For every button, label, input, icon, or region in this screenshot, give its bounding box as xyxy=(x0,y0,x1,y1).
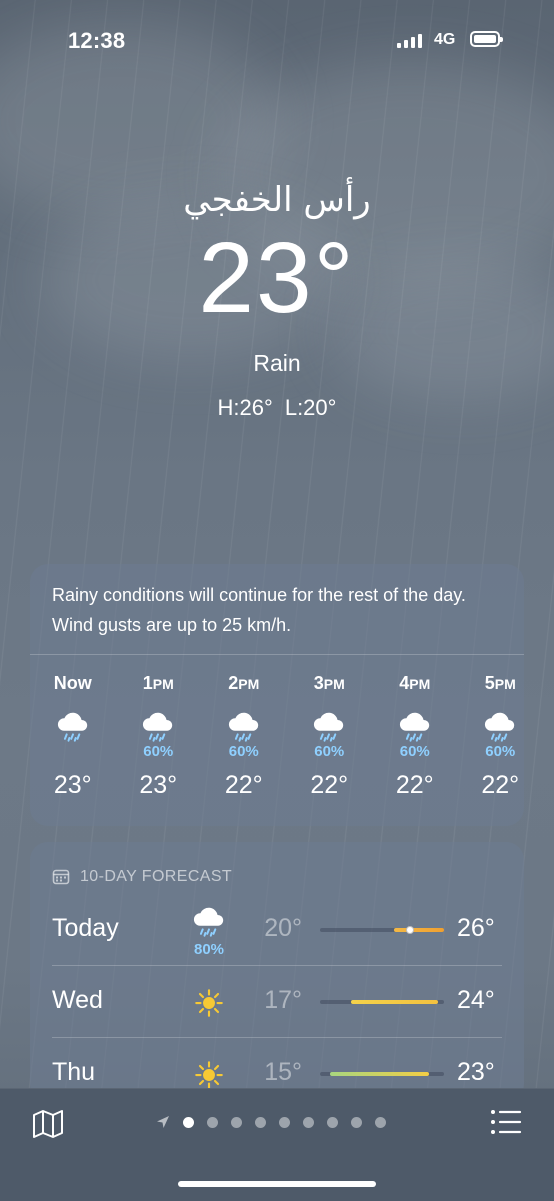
temp-range-bar xyxy=(320,926,444,934)
hourly-list[interactable]: Now 23° 1PM 60% 23° 2PM 60% 22° 3PM 60% … xyxy=(30,655,524,800)
forecast-day-row[interactable]: Today 80% 20° 26° xyxy=(52,894,502,965)
hour-label: 4PM xyxy=(399,673,431,693)
high-temp: 26° xyxy=(457,914,495,942)
low-temp: 15° xyxy=(264,1058,302,1086)
precip-chance: 60% xyxy=(485,743,516,760)
hour-item: 1PM 60% 23° xyxy=(116,673,202,800)
current-condition: Rain xyxy=(253,350,301,376)
high-temp: 24° xyxy=(457,986,495,1014)
low-temp: 20° xyxy=(264,914,302,942)
page-indicator[interactable] xyxy=(156,1115,386,1129)
locations-list-button[interactable] xyxy=(490,1109,522,1140)
day-name: Today xyxy=(52,914,119,942)
precip-chance: 60% xyxy=(143,743,174,760)
status-time: 12:38 xyxy=(68,28,126,53)
battery-icon xyxy=(470,31,503,47)
hour-label: Now xyxy=(53,673,92,693)
city-name: رأس الخفجي xyxy=(183,180,371,220)
current-weather: رأس الخفجي 23° Rain H:26° L:20° xyxy=(0,180,554,421)
current-temp-dot xyxy=(406,926,415,934)
location-arrow-icon xyxy=(157,1116,169,1128)
high-temp: H:26° xyxy=(217,395,273,420)
hour-item: 5PM 60% 22° xyxy=(458,673,525,800)
cloud-rain-icon xyxy=(116,707,202,743)
page-dot[interactable] xyxy=(303,1116,314,1128)
ten-day-forecast-card[interactable]: 10-DAY FORECAST Today 80% 20° 26° Wed 17°… xyxy=(30,842,524,1102)
cloud-rain-icon xyxy=(372,707,458,743)
precip-chance: 60% xyxy=(314,743,345,760)
hour-label: 5PM xyxy=(484,673,516,693)
hour-label: 2PM xyxy=(228,673,260,693)
page-dot[interactable] xyxy=(375,1116,386,1128)
bottom-toolbar xyxy=(0,1088,554,1201)
calendar-icon xyxy=(52,869,70,885)
temp-range-bar xyxy=(320,1072,444,1076)
cloud-rain-icon xyxy=(201,707,287,743)
day-icon: 80% xyxy=(186,906,232,958)
list-icon xyxy=(491,1110,522,1134)
page-dot[interactable] xyxy=(327,1116,338,1128)
page-dot[interactable] xyxy=(183,1116,194,1128)
hour-temp: 22° xyxy=(224,771,263,799)
forecast-day-row[interactable]: Wed 17° 24° xyxy=(52,965,502,1037)
precip-chance: 80% xyxy=(193,941,225,959)
high-low: H:26° L:20° xyxy=(0,395,554,421)
hour-label: 1PM xyxy=(142,673,174,693)
hourly-forecast-card[interactable]: Rainy conditions will continue for the r… xyxy=(30,564,524,826)
cloud-rain-icon xyxy=(186,906,232,943)
hour-item: 3PM 60% 22° xyxy=(287,673,373,800)
precip-chance: 60% xyxy=(399,743,430,760)
cloud-rain-icon xyxy=(30,707,116,743)
page-dot[interactable] xyxy=(207,1116,218,1128)
precip-chance: 60% xyxy=(228,743,259,760)
sun-icon xyxy=(186,986,232,1025)
page-dot[interactable] xyxy=(255,1116,266,1128)
hour-label: 3PM xyxy=(313,673,345,693)
cloud-rain-icon xyxy=(458,707,525,743)
page-dot[interactable] xyxy=(351,1116,362,1128)
map-button[interactable] xyxy=(32,1109,64,1144)
temp-range-bar xyxy=(320,1000,444,1004)
day-name: Wed xyxy=(52,986,103,1014)
day-icon xyxy=(186,978,232,1023)
precip-chance xyxy=(30,743,116,763)
hour-temp: 23° xyxy=(139,771,178,799)
hour-temp: 22° xyxy=(310,771,349,799)
status-bar: 12:38 4G xyxy=(0,0,554,80)
cloud-rain-icon xyxy=(287,707,373,743)
network-type: 4G xyxy=(434,31,456,48)
cellular-signal-icon xyxy=(397,34,422,48)
home-indicator[interactable] xyxy=(178,1181,376,1187)
day-name: Thu xyxy=(52,1058,96,1086)
current-temperature: 23° xyxy=(198,222,356,334)
hour-item: 2PM 60% 22° xyxy=(201,673,287,800)
forecast-header: 10-DAY FORECAST xyxy=(30,842,524,894)
hour-item: 4PM 60% 22° xyxy=(372,673,458,800)
hour-item: Now 23° xyxy=(30,673,116,800)
weather-summary: Rainy conditions will continue for the r… xyxy=(30,564,524,655)
map-icon xyxy=(33,1110,63,1138)
low-temp: 17° xyxy=(264,986,302,1014)
hour-temp: 22° xyxy=(481,771,520,799)
high-temp: 23° xyxy=(457,1058,495,1086)
hour-temp: 22° xyxy=(395,771,434,799)
low-temp: L:20° xyxy=(284,395,337,420)
forecast-header-label: 10-DAY FORECAST xyxy=(80,868,233,885)
page-dot[interactable] xyxy=(231,1116,242,1128)
page-dot[interactable] xyxy=(279,1116,290,1128)
hour-temp: 23° xyxy=(53,771,92,799)
